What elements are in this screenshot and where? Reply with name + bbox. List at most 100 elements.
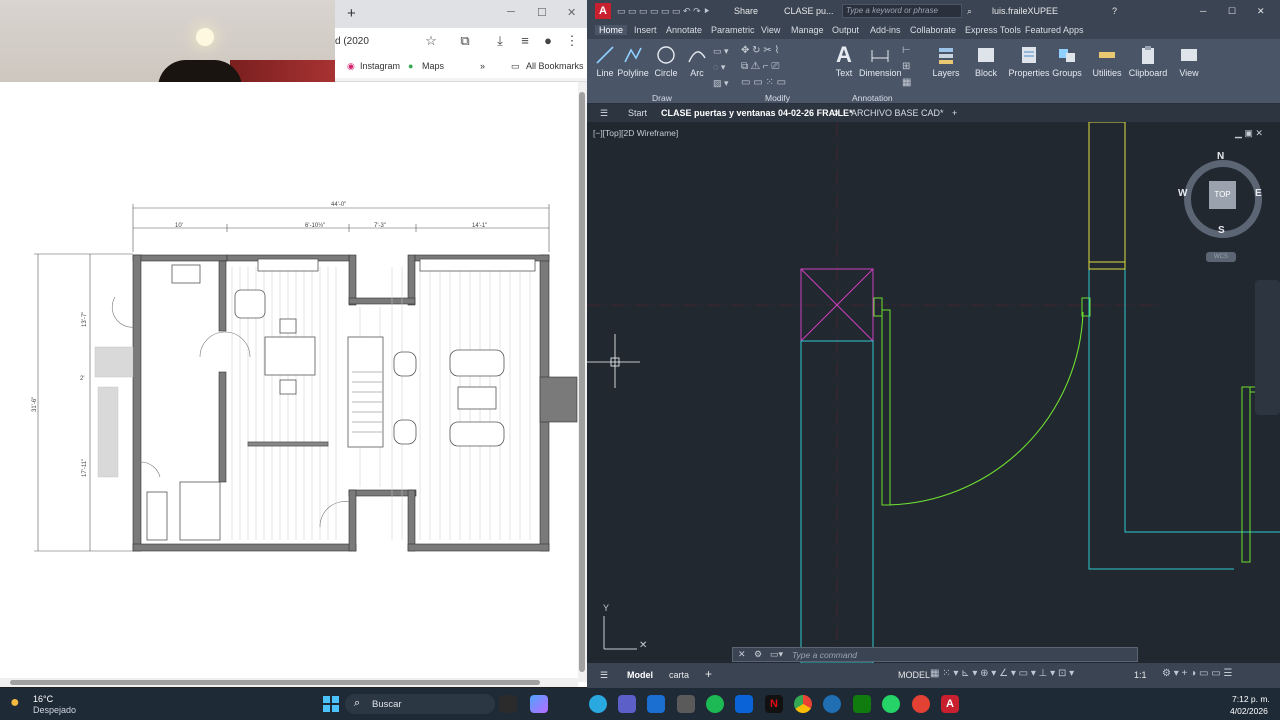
minimize-icon[interactable]: ─ <box>1200 6 1206 16</box>
browser-icon[interactable] <box>823 695 841 713</box>
app-red-icon[interactable] <box>912 695 930 713</box>
bookmark-maps[interactable]: Maps <box>422 61 444 71</box>
clock-date[interactable]: 4/02/2026 <box>1230 706 1268 716</box>
status-right-icons[interactable]: ⚙ ▾ + ◑ ▭ ▭ ☰ <box>1162 668 1232 679</box>
tab-insert[interactable]: Insert <box>634 25 657 35</box>
modify-tools-icons[interactable]: ✥ ↻ ✂ ⌇ ⧉ ⚠ ⌐ ⎚ ▭ ▭ ⁙ ▭ <box>741 43 786 91</box>
tab-annotate[interactable]: Annotate <box>666 25 702 35</box>
all-bookmarks-link[interactable]: All Bookmarks <box>526 61 584 71</box>
windows-start-icon[interactable] <box>322 695 340 713</box>
minimize-icon[interactable]: ─ <box>507 6 515 18</box>
autocad-logo-icon[interactable]: A <box>595 3 611 19</box>
maximize-icon[interactable]: ☐ <box>537 6 547 19</box>
status-toggle-icons[interactable]: ▦ ⁙ ▾ ⊾ ▾ ⊕ ▾ ∠ ▾ ▭ ▾ ⊥ ▾ ⊡ ▾ <box>930 668 1074 679</box>
block-button[interactable]: Block <box>967 44 1005 78</box>
outlook-icon[interactable] <box>735 695 753 713</box>
draw-small-tools-icons[interactable]: ▭ ▾ ◌ ▾ ▨ ▾ <box>713 43 729 91</box>
download-icon[interactable]: ⤓ <box>492 33 508 49</box>
weather-condition[interactable]: Despejado <box>33 705 76 715</box>
command-input[interactable]: Type a command <box>792 650 857 660</box>
utilities-button[interactable]: Utilities <box>1088 44 1126 78</box>
modify-panel-label[interactable]: Modify <box>765 93 790 103</box>
command-close-icon[interactable]: ✕ <box>738 649 746 660</box>
command-wrench-icon[interactable]: ⚙ <box>754 649 762 660</box>
arc-tool[interactable]: Arc <box>678 44 716 78</box>
new-tab-plus-icon[interactable]: + <box>952 108 957 118</box>
tab-output[interactable]: Output <box>832 25 859 35</box>
pdf-vertical-scrollbar[interactable] <box>578 82 587 682</box>
groups-button[interactable]: Groups <box>1048 44 1086 78</box>
tab-collaborate[interactable]: Collaborate <box>910 25 956 35</box>
user-account[interactable]: luis.fraileXUPEE <box>992 6 1058 16</box>
annotation-panel-label[interactable]: Annotation <box>852 93 893 103</box>
extensions-icon[interactable]: ⧉ <box>457 33 473 49</box>
navigation-bar[interactable] <box>1255 280 1280 415</box>
viewcube-top-face[interactable]: TOP <box>1209 181 1236 209</box>
clock-time[interactable]: 7:12 p. m. <box>1232 694 1270 704</box>
store-icon[interactable] <box>647 695 665 713</box>
menu-icon[interactable]: ☰ <box>600 108 608 119</box>
copilot-icon[interactable] <box>530 695 548 713</box>
weather-temp[interactable]: 16°C <box>33 694 53 704</box>
tab-parametric[interactable]: Parametric <box>711 25 755 35</box>
tab-search-icon[interactable]: ≡ <box>517 33 533 48</box>
profile-avatar-icon[interactable]: ● <box>540 33 556 48</box>
tab-model[interactable]: Model <box>627 670 653 680</box>
view-button[interactable]: View <box>1170 44 1208 78</box>
maximize-icon[interactable]: ☐ <box>1228 6 1236 17</box>
viewcube-north[interactable]: N <box>1217 151 1224 162</box>
arc-tool-label: Arc <box>690 68 704 78</box>
wcs-menu[interactable]: WCS <box>1206 252 1236 262</box>
viewcube-east[interactable]: E <box>1255 188 1262 199</box>
tab-carta[interactable]: carta <box>669 670 689 680</box>
more-menu-icon[interactable]: ⋮ <box>564 33 580 49</box>
whatsapp-icon[interactable] <box>882 695 900 713</box>
tab-express-tools[interactable]: Express Tools <box>965 25 1021 35</box>
text-tool[interactable]: A Text <box>825 44 863 79</box>
pdf-horizontal-scrollbar[interactable] <box>0 678 578 687</box>
teams-icon[interactable] <box>618 695 636 713</box>
command-prompt-icon[interactable]: ▭▾ <box>770 649 783 660</box>
xbox-icon[interactable] <box>853 695 871 713</box>
close-tab-icon[interactable]: ✕ <box>833 108 841 119</box>
bookmark-star-icon[interactable]: ☆ <box>423 33 439 49</box>
tab-add-ins[interactable]: Add-ins <box>870 25 901 35</box>
layout-menu-icon[interactable]: ☰ <box>600 670 608 681</box>
bookmarks-overflow-icon[interactable]: » <box>480 61 485 71</box>
tab-clase-puertas[interactable]: CLASE puertas y ventanas 04-02-26 FRAILE… <box>661 108 853 118</box>
tab-start[interactable]: Start <box>628 108 647 118</box>
draw-panel-label[interactable]: Draw <box>652 93 672 103</box>
task-view-icon[interactable] <box>499 695 517 713</box>
bookmark-instagram[interactable]: Instagram <box>360 61 400 71</box>
properties-button[interactable]: Properties <box>1007 44 1051 78</box>
annotation-scale[interactable]: 1:1 <box>1134 670 1147 680</box>
help-icon[interactable]: ? <box>1112 6 1117 16</box>
search-icon[interactable]: ⌕ <box>967 6 972 17</box>
close-icon[interactable]: ✕ <box>567 6 576 19</box>
tab-home[interactable]: Home <box>595 25 628 35</box>
chrome-icon[interactable] <box>794 695 812 713</box>
share-button[interactable]: Share <box>734 6 758 16</box>
quick-access-toolbar-icons[interactable]: ▭ ▭ ▭ ▭ ▭ ▭ ↶ ↷ ⯈ <box>617 6 710 17</box>
dimension-tool[interactable]: Dimension <box>859 44 902 78</box>
close-icon[interactable]: ✕ <box>1257 6 1265 17</box>
spotify-icon[interactable] <box>706 695 724 713</box>
tab-archivo-base[interactable]: ARCHIVO BASE CAD* <box>851 108 944 118</box>
autocad-taskbar-icon[interactable]: A <box>941 695 959 713</box>
tab-view[interactable]: View <box>761 25 780 35</box>
tab-manage[interactable]: Manage <box>791 25 824 35</box>
app-icon[interactable] <box>677 695 695 713</box>
annotation-small-tools-icons[interactable]: ⊢ ⊞ ▦ <box>902 43 911 91</box>
tab-featured-apps[interactable]: Featured Apps <box>1025 25 1084 35</box>
netflix-icon[interactable]: N <box>765 695 783 713</box>
model-space-toggle[interactable]: MODEL <box>898 670 930 680</box>
edge-icon[interactable] <box>589 695 607 713</box>
layers-button[interactable]: Layers <box>927 44 965 78</box>
keyword-search-input[interactable]: Type a keyword or phrase <box>842 4 962 18</box>
clipboard-button[interactable]: Clipboard <box>1127 44 1169 78</box>
taskbar-search[interactable] <box>345 694 495 714</box>
new-tab-button[interactable]: + <box>347 5 356 22</box>
viewcube-south[interactable]: S <box>1218 225 1225 236</box>
viewcube-west[interactable]: W <box>1178 188 1187 199</box>
add-layout-icon[interactable]: + <box>705 667 712 681</box>
